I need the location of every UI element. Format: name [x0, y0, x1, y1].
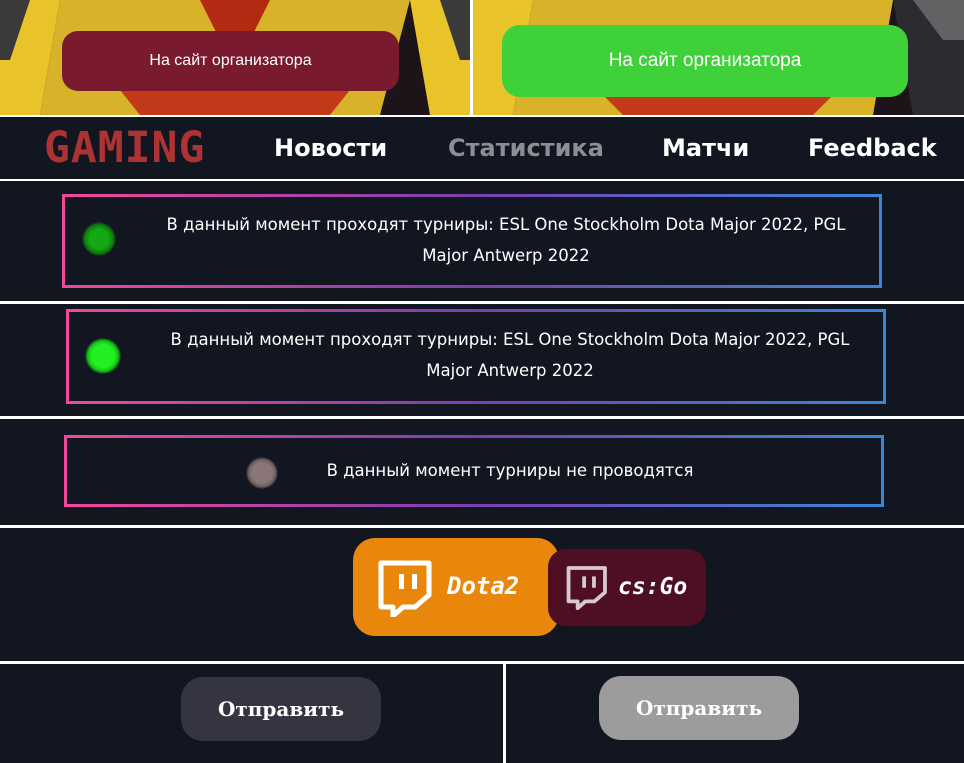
navbar: GAMING Новости Статистика Матчи Feedback — [0, 117, 964, 179]
tournament-status-text: В данный момент проходят турниры: ESL On… — [170, 330, 850, 380]
submit-panel-right: Отправить — [506, 664, 964, 763]
tournament-status-section: В данный момент турниры не проводятся — [0, 419, 964, 525]
submit-button[interactable]: Отправить — [599, 676, 799, 740]
tournament-status-text: В данный момент турниры не проводятся — [326, 461, 694, 480]
nav-item-feedback[interactable]: Feedback — [808, 131, 937, 165]
logo[interactable]: GAMING — [44, 122, 205, 174]
twitch-csgo-button[interactable]: cs:Go — [548, 549, 706, 626]
nav-item-statistics[interactable]: Статистика — [448, 131, 604, 165]
tournament-status-section: В данный момент проходят турниры: ESL On… — [0, 304, 964, 416]
twitch-icon — [378, 560, 432, 617]
status-indicator-dark-green — [82, 222, 116, 256]
organizer-site-button[interactable]: На сайт организатора — [502, 25, 908, 97]
nav-item-news[interactable]: Новости — [274, 131, 387, 165]
nav-item-matches[interactable]: Матчи — [662, 131, 749, 165]
twitch-icon — [566, 566, 607, 610]
twitch-dota2-button[interactable]: Dota2 — [353, 538, 559, 636]
tournament-status-text: В данный момент проходят турниры: ESL On… — [166, 215, 846, 265]
tournament-status-section: В данный момент проходят турниры: ESL On… — [0, 181, 964, 301]
twitch-dota2-label: Dota2 — [447, 572, 520, 600]
banner-right: На сайт организатора — [473, 0, 964, 115]
status-indicator-bright-green — [85, 338, 121, 374]
status-indicator-grey — [246, 457, 278, 489]
organizer-site-button[interactable]: На сайт организатора — [62, 31, 399, 91]
banner-left: На сайт организатора — [0, 0, 470, 115]
submit-panel-left: Отправить — [0, 664, 503, 763]
twitch-links-section: Dota2 cs:Go — [0, 528, 964, 661]
submit-button[interactable]: Отправить — [181, 677, 381, 741]
twitch-csgo-label: cs:Go — [618, 574, 688, 600]
